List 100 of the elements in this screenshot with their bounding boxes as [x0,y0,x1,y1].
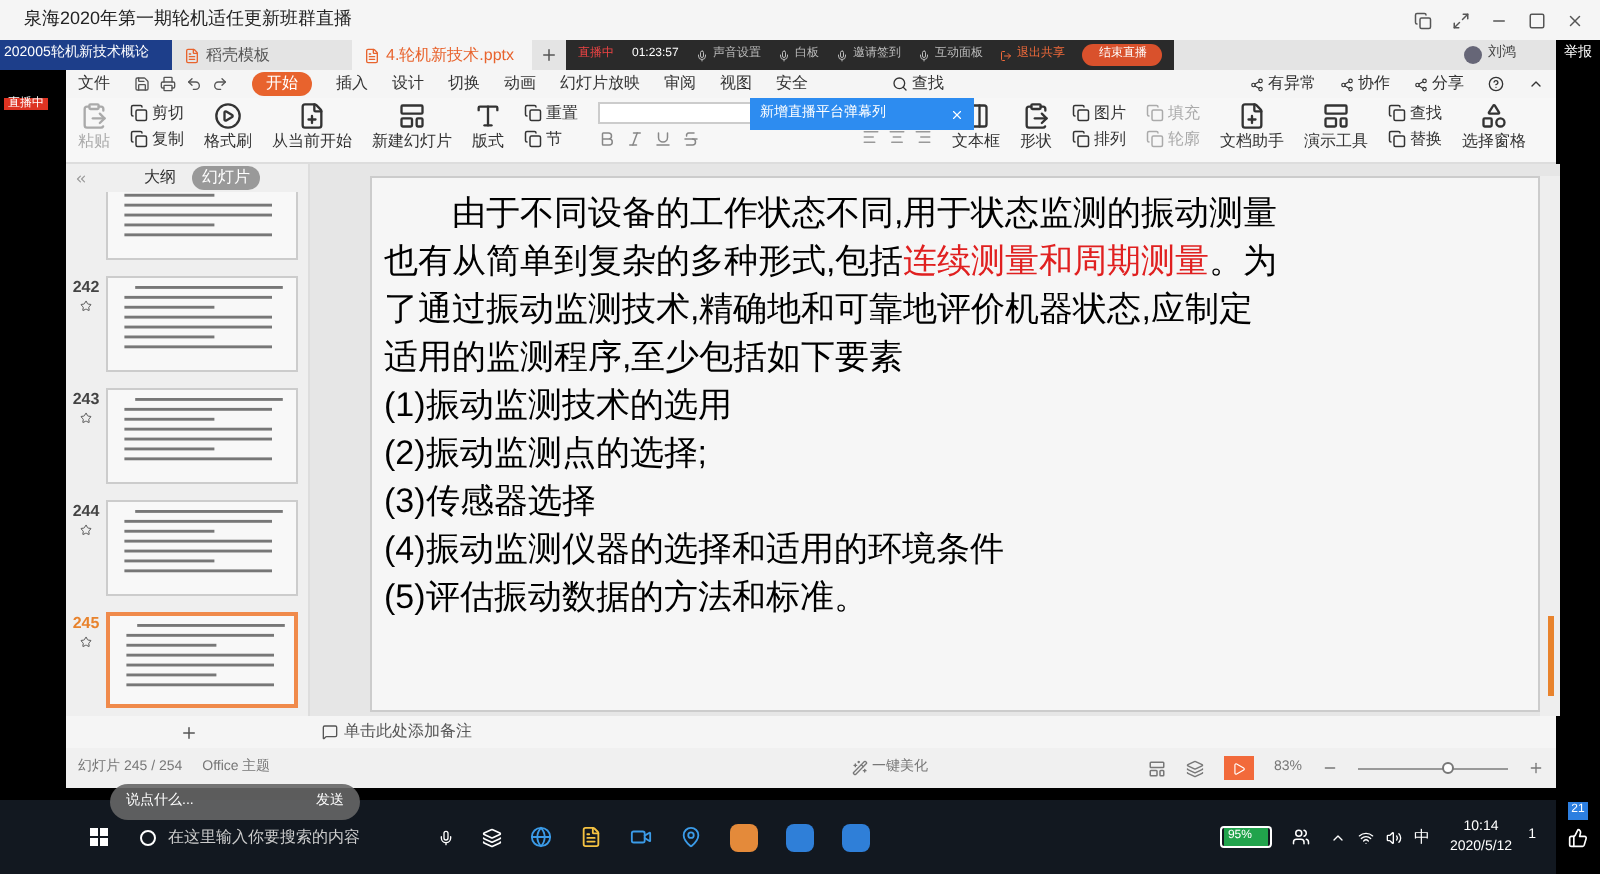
star-icon [80,636,92,648]
slide-thumbnail[interactable] [106,388,298,484]
ribbon-tool-icon [524,104,542,122]
magic-wand-icon [851,760,868,776]
new-tab-icon [540,46,558,64]
document-tab[interactable]: 稻壳模板 [172,40,352,70]
slide-list-item: (1)振动监测技术的选用 [384,384,734,428]
share-icon [1340,77,1354,91]
italic-icon [626,130,644,148]
ribbon-button[interactable]: 重置 [524,102,578,124]
undo-icon [186,76,202,92]
align-right-icon [914,128,932,146]
window-title: 泉海2020年第一期轮机适任更新班群直播 [24,6,355,33]
ribbon-tool-icon [214,102,242,130]
ribbon-tool-icon [398,102,426,130]
ribbon-button[interactable]: 查找 [1388,102,1442,124]
task-view-icon [482,827,502,847]
share-icon [1414,77,1428,91]
ribbon-button[interactable]: 格式刷 [204,102,252,152]
ribbon-tab[interactable]: 幻灯片放映 [560,72,640,96]
ribbon-button[interactable]: 新建幻灯片 [372,102,452,152]
ribbon-tool-icon [474,102,502,130]
ribbon-tool-icon [130,104,148,122]
like-icon [1568,828,1588,848]
ribbon-tool-icon [1388,104,1406,122]
ribbon-button[interactable]: 图片 [1072,102,1126,124]
ribbon-tool-icon [1072,130,1090,148]
toolbar-link[interactable]: 协作 [1340,72,1390,96]
save-icon [134,76,150,92]
ribbon-button[interactable]: 剪切 [130,102,184,124]
bold-icon [598,130,616,148]
ribbon-button[interactable]: 替换 [1388,128,1442,150]
ribbon-tab[interactable]: 动画 [504,72,536,96]
file-menu[interactable]: 文件 [78,72,110,96]
search-icon [140,829,156,845]
panel-tab[interactable]: 大纲 [144,166,176,190]
ribbon-tab[interactable]: 插入 [336,72,368,96]
ribbon-button[interactable]: 从当前开始 [272,102,352,152]
slide-thumbnail[interactable] [106,276,298,372]
align-center-icon [888,128,906,146]
search-button[interactable]: 查找 [892,72,944,96]
user-avatar[interactable] [1464,46,1482,64]
input-method-indicator[interactable]: 中 [1413,825,1430,849]
toolbar-link[interactable]: 分享 [1414,72,1464,96]
ribbon-tool-icon [80,102,108,130]
slide-thumbnail[interactable] [106,500,298,596]
redo-icon [212,76,228,92]
strikethrough-icon [682,130,700,148]
ribbon-button[interactable]: 版式 [472,102,504,152]
exit-icon [1000,49,1013,61]
star-icon [80,524,92,536]
ribbon-button[interactable]: 复制 [130,128,184,150]
restore-icon [1528,11,1546,29]
people-icon [1291,828,1310,846]
ribbon-tab[interactable]: 安全 [776,72,808,96]
ribbon-tab[interactable]: 设计 [392,72,424,96]
ribbon-tool-icon [130,130,148,148]
slide-number: 245 [72,612,100,636]
ribbon-button[interactable]: 排列 [1072,128,1126,150]
windows-start-icon[interactable] [90,828,108,846]
taskbar-app-icon[interactable] [842,823,870,851]
search-icon [892,76,908,92]
collapse-panel-icon [74,171,88,185]
ribbon-tab[interactable]: 审阅 [664,72,696,96]
ribbon-button[interactable]: 文档助手 [1220,102,1284,152]
ribbon-tool-icon [1322,102,1350,130]
ribbon-tool-icon [1480,102,1508,130]
add-slide-icon [179,723,197,741]
ribbon-button[interactable]: 选择窗格 [1462,102,1526,152]
ribbon-button[interactable]: 演示工具 [1304,102,1368,152]
play-button[interactable] [1223,756,1254,780]
help-icon [1488,76,1504,92]
ribbon-button[interactable]: 形状 [1020,102,1052,152]
app-icon [680,826,702,848]
ribbon-tool-icon [524,130,542,148]
document-icon [184,47,200,63]
ribbon-tab[interactable]: 切换 [448,72,480,96]
slide-list-item: (4)振动监测仪器的选择和适用的环境条件 [384,528,1006,572]
normal-view-icon [1147,759,1166,777]
document-icon [364,47,380,63]
ribbon-tool-icon [1388,130,1406,148]
print-icon [160,76,176,92]
ribbon-tab[interactable]: 视图 [720,72,752,96]
vertical-scrollbar[interactable] [1540,176,1560,716]
tool-icon [778,49,791,61]
toolbar-link[interactable]: 有异常 [1250,72,1316,96]
taskbar-app-icon[interactable] [786,823,814,851]
slide-thumbnail[interactable] [106,192,298,260]
ribbon-tool-icon [298,102,326,130]
underline-icon [654,130,672,148]
notes-placeholder[interactable]: 单击此处添加备注 [322,720,472,744]
taskbar-app-icon[interactable] [730,823,758,851]
play-icon [1231,761,1246,775]
slide-number: 242 [72,276,100,300]
zoom-slider-thumb[interactable] [1442,761,1454,773]
star-icon [80,412,92,424]
volume-icon [1385,829,1402,845]
ribbon-button[interactable]: 节 [524,128,578,150]
zoom-in-icon [1528,760,1544,776]
slide-thumbnail[interactable] [106,612,298,708]
